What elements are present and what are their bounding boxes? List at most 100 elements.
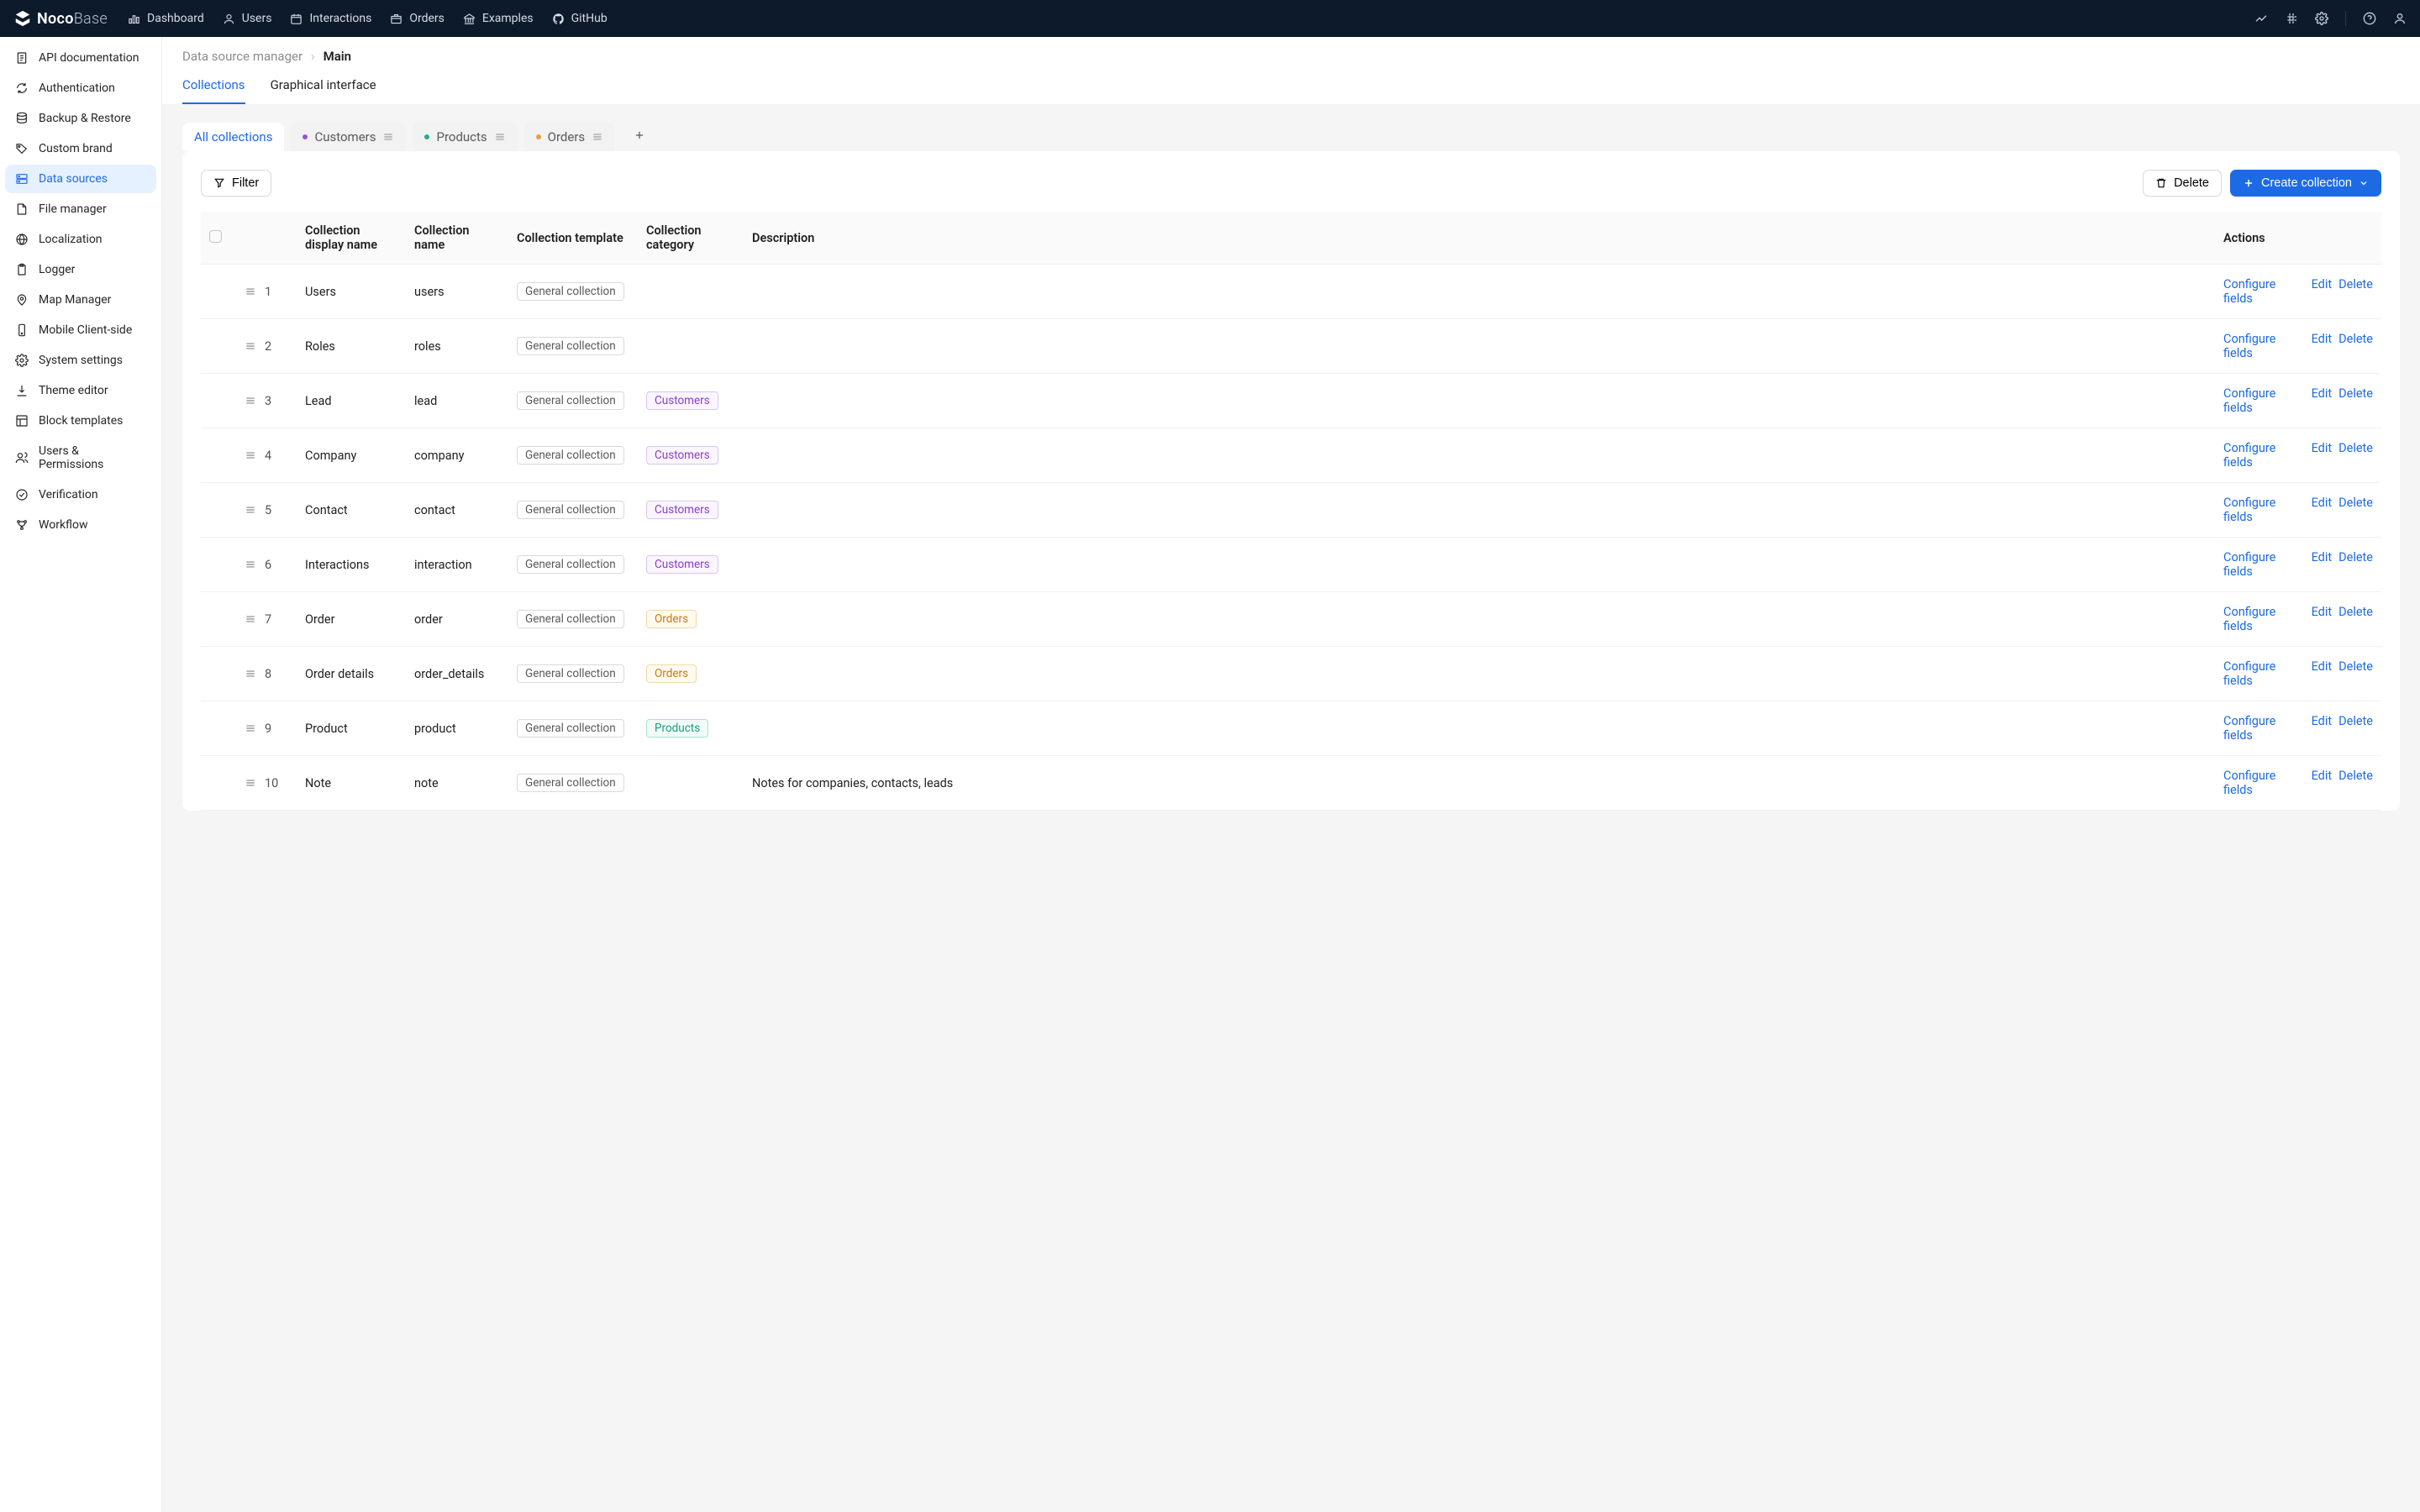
cell-display-name: Users (297, 265, 406, 319)
edit-link[interactable]: Edit (2312, 605, 2333, 633)
delete-link[interactable]: Delete (2338, 769, 2373, 797)
drag-handle-icon[interactable] (245, 286, 256, 297)
cell-name: lead (406, 374, 508, 428)
category-tag: Products (646, 719, 708, 738)
configure-fields-link[interactable]: Configure fields (2223, 441, 2305, 470)
configure-fields-link[interactable]: Configure fields (2223, 769, 2305, 797)
sidebar-item-logger[interactable]: Logger (5, 255, 156, 284)
sidebar-item-localization[interactable]: Localization (5, 225, 156, 254)
brand-logo[interactable]: NocoBase (13, 9, 108, 28)
sidebar-item-authentication[interactable]: Authentication (5, 74, 156, 102)
sidebar-item-workflow[interactable]: Workflow (5, 511, 156, 539)
sidebar-label: Backup & Restore (39, 112, 131, 125)
cell-description (744, 374, 2215, 428)
category-tab-products[interactable]: Products (413, 123, 517, 151)
configure-fields-link[interactable]: Configure fields (2223, 550, 2305, 579)
filter-button[interactable]: Filter (201, 170, 271, 197)
clear-icon[interactable] (2254, 12, 2268, 25)
delete-link[interactable]: Delete (2338, 605, 2373, 633)
sidebar-item-system-settings[interactable]: System settings (5, 346, 156, 375)
nav-orders[interactable]: Orders (390, 12, 445, 25)
menu-icon[interactable] (382, 131, 394, 143)
settings-icon[interactable] (2315, 12, 2328, 25)
sidebar-item-data-sources[interactable]: Data sources (5, 165, 156, 193)
breadcrumb-parent[interactable]: Data source manager (182, 49, 302, 64)
drag-handle-icon[interactable] (245, 449, 256, 461)
row-index: 9 (265, 722, 271, 736)
sidebar-item-theme-editor[interactable]: Theme editor (5, 376, 156, 405)
edit-link[interactable]: Edit (2312, 332, 2333, 360)
category-tab-all-collections[interactable]: All collections (182, 123, 284, 151)
configure-fields-link[interactable]: Configure fields (2223, 496, 2305, 524)
category-tag: Customers (646, 501, 718, 519)
add-category-button[interactable] (622, 123, 657, 151)
edit-link[interactable]: Edit (2312, 714, 2333, 743)
sidebar-item-users-permissions[interactable]: Users & Permissions (5, 437, 156, 479)
drag-handle-icon[interactable] (245, 722, 256, 734)
category-label: Products (436, 129, 487, 144)
category-tab-orders[interactable]: Orders (524, 123, 616, 151)
user-icon[interactable] (2393, 12, 2407, 25)
sidebar-item-file-manager[interactable]: File manager (5, 195, 156, 223)
tab-graphical-interface[interactable]: Graphical interface (271, 77, 376, 104)
create-collection-button[interactable]: Create collection (2230, 170, 2381, 197)
tab-collections[interactable]: Collections (182, 77, 245, 104)
nav-dashboard[interactable]: Dashboard (128, 12, 204, 25)
delete-link[interactable]: Delete (2338, 550, 2373, 579)
configure-fields-link[interactable]: Configure fields (2223, 714, 2305, 743)
delete-link[interactable]: Delete (2338, 277, 2373, 306)
delete-button[interactable]: Delete (2143, 170, 2222, 197)
configure-fields-link[interactable]: Configure fields (2223, 277, 2305, 306)
edit-link[interactable]: Edit (2312, 659, 2333, 688)
sidebar-item-custom-brand[interactable]: Custom brand (5, 134, 156, 163)
delete-link[interactable]: Delete (2338, 332, 2373, 360)
sidebar-item-verification[interactable]: Verification (5, 480, 156, 509)
drag-handle-icon[interactable] (245, 395, 256, 407)
chevron-right-icon: › (311, 49, 315, 64)
delete-link[interactable]: Delete (2338, 441, 2373, 470)
nav-label: Orders (409, 12, 445, 25)
drag-handle-icon[interactable] (245, 340, 256, 352)
plugin-icon[interactable] (2285, 12, 2298, 25)
download-icon (15, 384, 29, 397)
drag-handle-icon[interactable] (245, 504, 256, 516)
row-index: 7 (265, 612, 271, 627)
configure-fields-link[interactable]: Configure fields (2223, 659, 2305, 688)
sidebar-item-block-templates[interactable]: Block templates (5, 407, 156, 435)
template-tag: General collection (517, 391, 624, 410)
breadcrumb-current: Main (324, 49, 351, 64)
delete-link[interactable]: Delete (2338, 714, 2373, 743)
edit-link[interactable]: Edit (2312, 441, 2333, 470)
menu-icon[interactable] (592, 131, 603, 143)
chevron-down-icon (2359, 178, 2369, 188)
drag-handle-icon[interactable] (245, 613, 256, 625)
nav-users[interactable]: Users (223, 12, 272, 25)
globe-icon (15, 233, 29, 246)
drag-handle-icon[interactable] (245, 777, 256, 789)
menu-icon[interactable] (494, 131, 506, 143)
nav-github[interactable]: GitHub (552, 12, 608, 25)
cell-name: order_details (406, 647, 508, 701)
configure-fields-link[interactable]: Configure fields (2223, 332, 2305, 360)
category-tab-customers[interactable]: Customers (291, 123, 406, 151)
drag-handle-icon[interactable] (245, 559, 256, 570)
edit-link[interactable]: Edit (2312, 386, 2333, 415)
help-icon[interactable] (2363, 12, 2376, 25)
delete-link[interactable]: Delete (2338, 386, 2373, 415)
edit-link[interactable]: Edit (2312, 496, 2333, 524)
drag-handle-icon[interactable] (245, 668, 256, 680)
select-all-checkbox[interactable] (209, 230, 222, 243)
nav-interactions[interactable]: Interactions (290, 12, 371, 25)
sidebar-item-mobile-client-side[interactable]: Mobile Client-side (5, 316, 156, 344)
nav-examples[interactable]: Examples (463, 12, 534, 25)
edit-link[interactable]: Edit (2312, 769, 2333, 797)
edit-link[interactable]: Edit (2312, 277, 2333, 306)
sidebar-item-api-documentation[interactable]: API documentation (5, 44, 156, 72)
configure-fields-link[interactable]: Configure fields (2223, 386, 2305, 415)
delete-link[interactable]: Delete (2338, 659, 2373, 688)
sidebar-item-backup-restore[interactable]: Backup & Restore (5, 104, 156, 133)
sidebar-item-map-manager[interactable]: Map Manager (5, 286, 156, 314)
edit-link[interactable]: Edit (2312, 550, 2333, 579)
delete-link[interactable]: Delete (2338, 496, 2373, 524)
configure-fields-link[interactable]: Configure fields (2223, 605, 2305, 633)
